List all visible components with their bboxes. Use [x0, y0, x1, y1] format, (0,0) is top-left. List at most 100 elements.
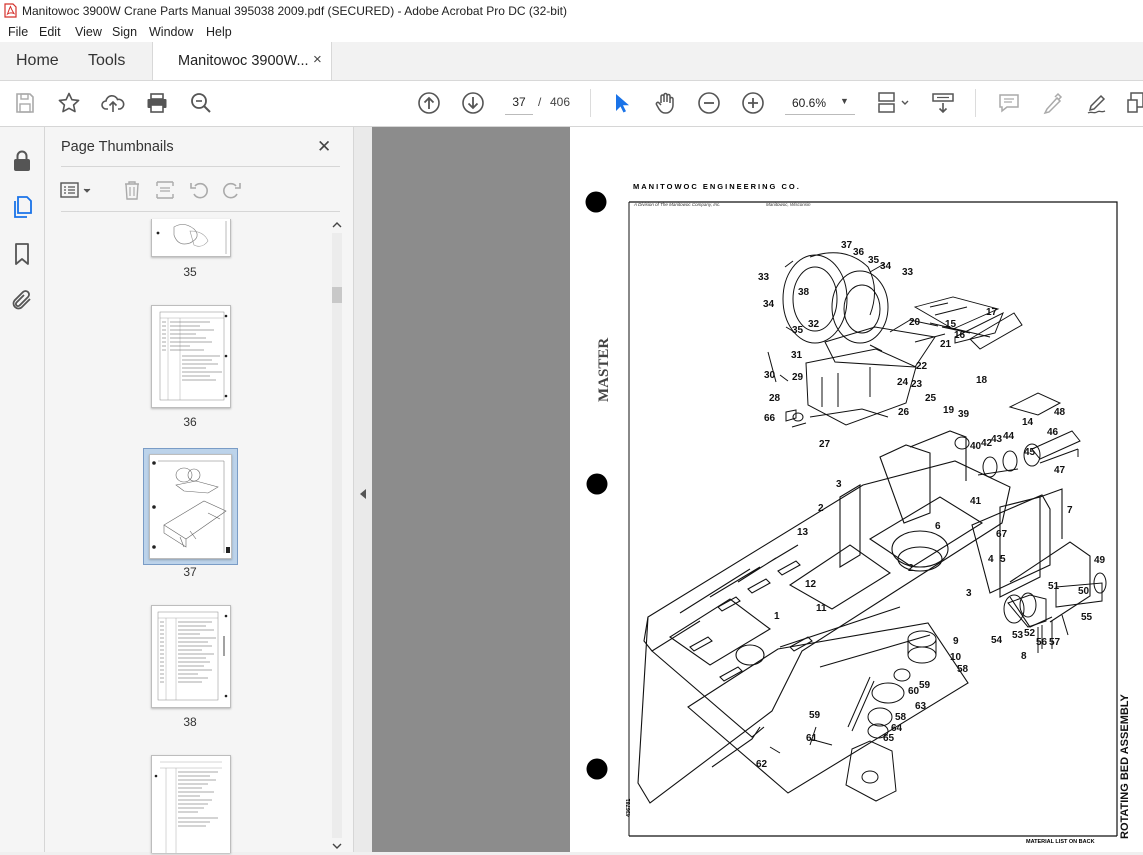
callout: 61 [806, 733, 818, 744]
callout: 36 [853, 247, 865, 258]
material-list-note: MATERIAL LIST ON BACK [1026, 839, 1095, 845]
scroll-mode-icon[interactable] [931, 91, 955, 115]
callout: 53 [1012, 630, 1024, 641]
callout: 25 [925, 393, 937, 404]
callout: 52 [1024, 628, 1036, 639]
callout: 3 [966, 588, 972, 599]
page-thumbnail-37[interactable] [149, 454, 232, 559]
tab-home[interactable]: Home [16, 52, 59, 70]
window-title: Manitowoc 3900W Crane Parts Manual 39503… [22, 4, 567, 18]
callout: 67 [996, 529, 1008, 540]
search-zoom-icon[interactable] [189, 91, 213, 115]
callout: 7 [1067, 505, 1073, 516]
callout: 11 [816, 603, 827, 614]
select-cursor-icon[interactable] [609, 91, 633, 115]
page-thumbnail-36[interactable] [151, 305, 231, 408]
scroll-down-icon[interactable] [331, 840, 343, 852]
callout: 34 [880, 261, 892, 272]
callout: 41 [970, 496, 982, 507]
callout: 40 [970, 441, 982, 452]
scrollbar-thumb[interactable] [332, 287, 342, 303]
menu-help[interactable]: Help [206, 25, 232, 39]
attachment-icon[interactable] [10, 288, 34, 312]
page-up-icon[interactable] [417, 91, 441, 115]
lock-icon[interactable] [10, 149, 34, 173]
rotate-counterclockwise-icon[interactable] [188, 179, 210, 201]
page-display-icon[interactable] [876, 91, 910, 115]
page-number-input[interactable]: 37 [505, 91, 533, 115]
parts-drawing: MANITOWOC ENGINEERING CO. A Division of … [585, 182, 1131, 845]
extract-page-icon[interactable] [154, 179, 176, 201]
callout: 46 [1047, 427, 1059, 438]
more-tools-icon[interactable] [1126, 91, 1143, 115]
scroll-up-icon[interactable] [331, 219, 343, 231]
callout: 30 [764, 370, 776, 381]
callout: 34 [763, 299, 775, 310]
menu-file[interactable]: File [8, 25, 28, 39]
callout: 43 [991, 434, 1003, 445]
upload-icon[interactable] [101, 91, 125, 115]
callout: 62 [756, 759, 768, 770]
toolbar-divider [590, 89, 591, 117]
tab-tools[interactable]: Tools [88, 52, 125, 70]
delete-page-icon[interactable] [121, 179, 143, 201]
zoom-out-icon[interactable] [697, 91, 721, 115]
callout: 14 [1022, 417, 1034, 428]
page-thumbnail-35[interactable] [151, 219, 231, 257]
callout: 15 [945, 319, 957, 330]
thumbnail-drawing [154, 761, 222, 853]
zoom-value: 60.6% [792, 96, 827, 110]
callout: 2 [818, 503, 824, 514]
callout: 31 [791, 350, 803, 361]
master-stamp: MASTER [596, 338, 612, 402]
scrollbar-track[interactable] [332, 233, 342, 838]
callout: 59 [809, 710, 821, 721]
callout: 57 [1049, 637, 1061, 648]
zoom-in-icon[interactable] [741, 91, 765, 115]
binder-hole [586, 473, 608, 495]
thumbnail-label: 35 [183, 265, 197, 279]
callout: 48 [1054, 407, 1066, 418]
company-location: Manitowoc, Wisconsin [766, 202, 811, 207]
page-down-icon[interactable] [461, 91, 485, 115]
thumbnail-label: 36 [183, 415, 197, 429]
print-icon[interactable] [145, 91, 169, 115]
callout: 1 [774, 611, 780, 622]
lower-exploded-parts [769, 630, 937, 802]
page-thumbnail-38[interactable] [151, 605, 231, 708]
menu-view[interactable]: View [75, 25, 102, 39]
rotate-clockwise-icon[interactable] [221, 179, 243, 201]
toolbar-divider [975, 89, 976, 117]
menu-edit[interactable]: Edit [39, 25, 61, 39]
zoom-level-select[interactable]: 60.6% ▼ [785, 91, 855, 115]
callout: 18 [976, 375, 988, 386]
title-bar: Manitowoc 3900W Crane Parts Manual 39503… [0, 0, 1143, 22]
callout-labels: 33 37 36 35 34 33 34 38 35 32 20 15 16 1… [756, 240, 1106, 770]
panel-collapse-strip[interactable] [353, 127, 373, 852]
tab-document[interactable]: Manitowoc 3900W... × [152, 42, 332, 80]
pages-icon[interactable] [10, 195, 34, 219]
thumbnail-options-icon[interactable] [59, 179, 95, 201]
page-thumbnail-39[interactable] [151, 755, 231, 853]
bookmark-icon[interactable] [10, 242, 34, 266]
page-total: 406 [550, 95, 571, 109]
thumbnail-scrollbar[interactable] [330, 219, 344, 852]
menu-sign[interactable]: Sign [112, 25, 137, 39]
thumbnail-label: 38 [183, 715, 197, 729]
bookmark-star-icon[interactable] [57, 91, 81, 115]
comment-icon[interactable] [997, 91, 1021, 115]
thumbnail-label: 37 [183, 565, 197, 579]
sign-icon[interactable] [1085, 91, 1109, 115]
callout: 17 [986, 307, 998, 318]
callout: 2 [908, 563, 914, 574]
save-icon[interactable] [13, 91, 37, 115]
close-tab-icon[interactable]: × [313, 51, 322, 68]
close-panel-icon[interactable]: ✕ [317, 137, 331, 157]
menu-window[interactable]: Window [149, 25, 193, 39]
callout: 12 [805, 579, 817, 590]
drawing-title: ROTATING BED ASSEMBLY [1119, 693, 1131, 839]
hand-icon[interactable] [653, 91, 677, 115]
collapse-arrow-icon[interactable] [359, 488, 367, 500]
thumbnail-drawing [157, 611, 228, 701]
highlight-icon[interactable] [1041, 91, 1065, 115]
